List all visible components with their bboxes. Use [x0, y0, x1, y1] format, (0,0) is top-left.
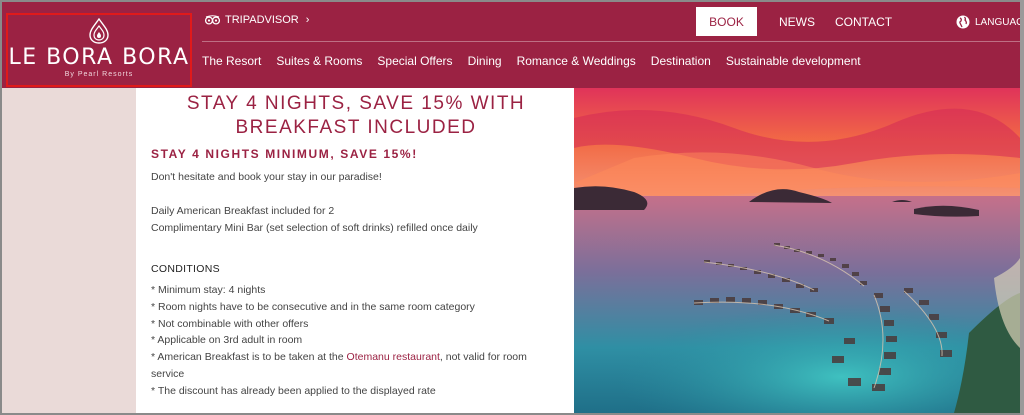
main-nav: The Resort Suites & Rooms Special Offers…	[202, 54, 876, 68]
condition-item: * The discount has already been applied …	[151, 384, 436, 397]
offer-subtitle: STAY 4 NIGHTS MINIMUM, SAVE 15%!	[151, 147, 418, 161]
nav-item-suites-rooms[interactable]: Suites & Rooms	[276, 54, 362, 68]
offer-intro: Don't hesitate and book your stay in our…	[151, 171, 382, 183]
nav-item-sustainable-development[interactable]: Sustainable development	[726, 54, 861, 68]
offer-title: STAY 4 NIGHTS, SAVE 15% WITH BREAKFAST I…	[136, 92, 576, 140]
conditions-title: CONDITIONS	[151, 263, 220, 275]
logo-wordmark: LE BORA BORA	[8, 45, 190, 70]
top-bar: TRIPADVISOR › BOOK NEWS CONTACT LANGUAGE	[202, 2, 1020, 42]
tripadvisor-owl-icon	[205, 15, 220, 25]
resort-sunset-image	[574, 88, 1020, 413]
nav-item-romance-weddings[interactable]: Romance & Weddings	[517, 54, 636, 68]
site-header: LE BORA BORA By Pearl Resorts TRIPADVISO…	[2, 2, 1020, 88]
offer-perk-breakfast: Daily American Breakfast included for 2	[151, 205, 335, 217]
condition-item: * American Breakfast is to be taken at t…	[151, 349, 556, 383]
otemanu-restaurant-link[interactable]: Otemanu restaurant	[347, 351, 440, 363]
nav-item-dining[interactable]: Dining	[468, 54, 502, 68]
conditions-list: * Minimum stay: 4 nights * Room nights h…	[151, 282, 556, 400]
logo-drop-icon	[89, 18, 109, 44]
condition-item: * Applicable on 3rd adult in room	[151, 334, 303, 347]
nav-item-the-resort[interactable]: The Resort	[202, 54, 261, 68]
book-button[interactable]: BOOK	[696, 7, 757, 36]
condition-text: * American Breakfast is to be taken at t…	[151, 351, 347, 364]
news-link[interactable]: NEWS	[779, 15, 815, 29]
nav-item-destination[interactable]: Destination	[651, 54, 711, 68]
contact-link[interactable]: CONTACT	[835, 15, 892, 29]
resort-photo	[574, 88, 1020, 413]
offer-title-line1: STAY 4 NIGHTS, SAVE 15% WITH	[186, 93, 526, 114]
offer-content: STAY 4 NIGHTS, SAVE 15% WITH BREAKFAST I…	[136, 88, 576, 413]
offer-title-line2: BREAKFAST INCLUDED	[235, 117, 477, 138]
condition-item: * Room nights have to be consecutive and…	[151, 300, 475, 313]
logo[interactable]: LE BORA BORA By Pearl Resorts	[6, 13, 192, 87]
chevron-right-icon: ›	[305, 14, 310, 26]
globe-icon	[956, 15, 970, 29]
language-label: LANGUAGE	[975, 16, 1020, 28]
window-edge	[1020, 0, 1024, 415]
page: LE BORA BORA By Pearl Resorts TRIPADVISO…	[2, 2, 1020, 413]
tripadvisor-link[interactable]: TRIPADVISOR ›	[205, 14, 309, 26]
language-selector[interactable]: LANGUAGE	[956, 15, 1020, 29]
logo-tagline: By Pearl Resorts	[64, 71, 134, 78]
side-band	[2, 88, 136, 413]
offer-perk-minibar: Complimentary Mini Bar (set selection of…	[151, 222, 478, 234]
condition-item: * Not combinable with other offers	[151, 317, 309, 330]
tripadvisor-label: TRIPADVISOR	[225, 14, 299, 26]
nav-item-special-offers[interactable]: Special Offers	[377, 54, 452, 68]
condition-item: * Minimum stay: 4 nights	[151, 284, 266, 296]
